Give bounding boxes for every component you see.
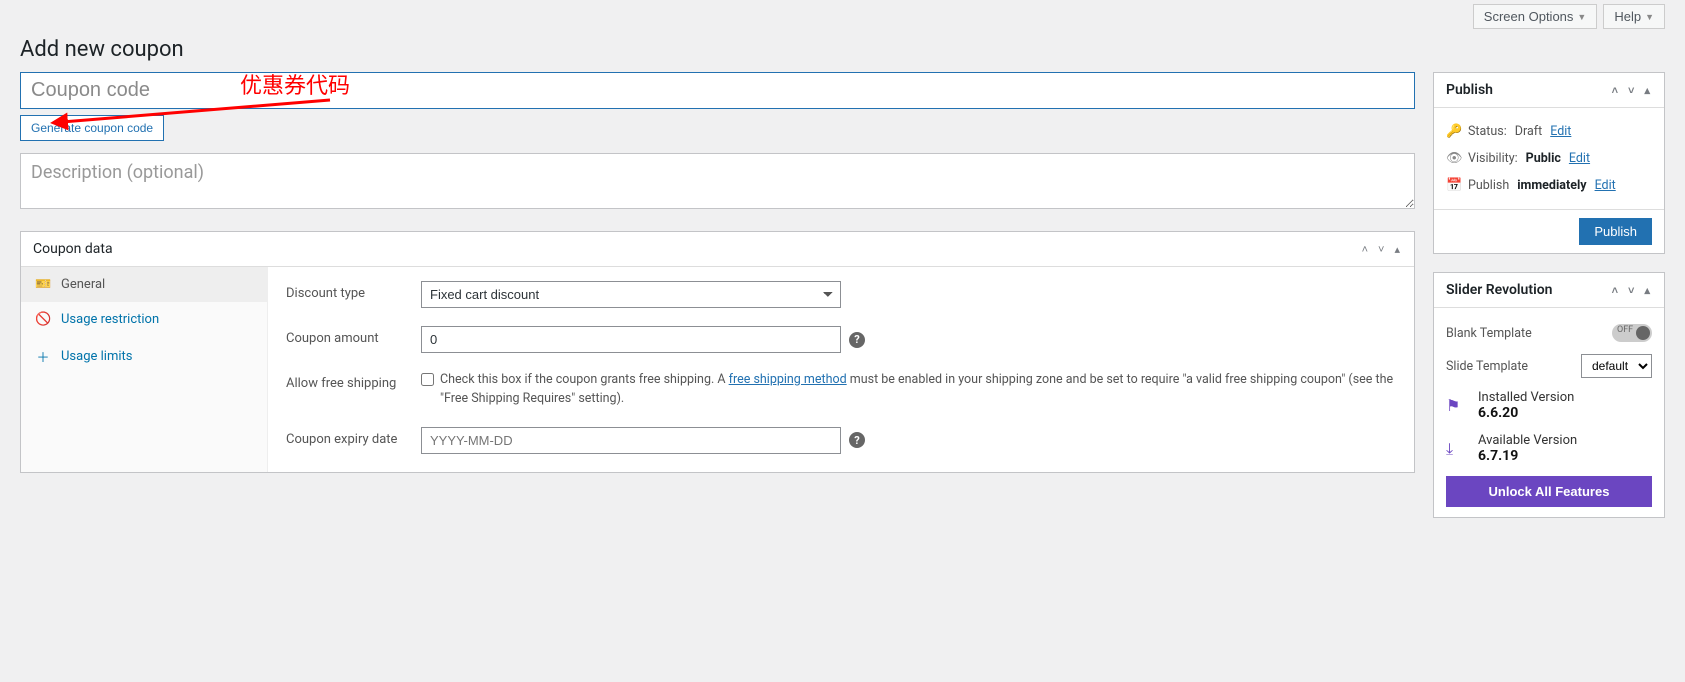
- installed-version-label: Installed Version: [1478, 390, 1574, 405]
- plus-icon: ＋: [35, 347, 51, 366]
- discount-type-select[interactable]: Fixed cart discount: [421, 281, 841, 308]
- help-button[interactable]: Help ▼: [1603, 4, 1665, 29]
- collapse-icon[interactable]: ▴: [1642, 284, 1652, 297]
- collapse-icon[interactable]: ▴: [1392, 243, 1402, 256]
- free-shipping-text: Check this box if the coupon grants free…: [440, 371, 1396, 409]
- tab-usage-restriction-label: Usage restriction: [61, 312, 159, 327]
- discount-type-label: Discount type: [286, 281, 421, 301]
- slider-revolution-title: Slider Revolution: [1446, 282, 1552, 298]
- available-version-value: 6.7.19: [1478, 448, 1577, 464]
- ban-icon: 🚫: [35, 312, 51, 327]
- move-up-icon[interactable]: ˄: [1610, 284, 1620, 297]
- slide-template-select[interactable]: default: [1581, 354, 1652, 378]
- move-down-icon[interactable]: ˅: [1376, 243, 1386, 256]
- coupon-data-title: Coupon data: [33, 241, 113, 257]
- unlock-features-button[interactable]: Unlock All Features: [1446, 476, 1652, 507]
- expiry-label: Coupon expiry date: [286, 427, 421, 447]
- publish-schedule-label: Publish: [1468, 178, 1509, 193]
- blank-template-label: Blank Template: [1446, 326, 1532, 341]
- expiry-input[interactable]: [421, 427, 841, 454]
- cloud-download-icon: ⤓: [1446, 439, 1466, 459]
- chevron-down-icon: ▼: [1577, 12, 1586, 22]
- key-icon: 🔑: [1446, 124, 1460, 139]
- collapse-icon[interactable]: ▴: [1642, 84, 1652, 97]
- calendar-icon: 📅: [1446, 178, 1460, 193]
- screen-options-button[interactable]: Screen Options ▼: [1473, 4, 1598, 29]
- visibility-value: Public: [1526, 151, 1561, 166]
- coupon-amount-label: Coupon amount: [286, 326, 421, 346]
- free-shipping-checkbox[interactable]: [421, 373, 434, 386]
- slide-template-label: Slide Template: [1446, 359, 1528, 374]
- tab-usage-restriction[interactable]: 🚫 Usage restriction: [21, 302, 267, 337]
- publish-button[interactable]: Publish: [1579, 218, 1652, 245]
- screen-options-label: Screen Options: [1484, 9, 1574, 24]
- status-value: Draft: [1515, 124, 1542, 139]
- blank-template-toggle[interactable]: OFF: [1612, 324, 1652, 342]
- publish-title: Publish: [1446, 82, 1493, 98]
- toggle-dot-icon: [1636, 326, 1650, 340]
- free-shipping-link[interactable]: free shipping method: [729, 372, 847, 387]
- page-title: Add new coupon: [20, 37, 1665, 62]
- ticket-icon: 🎫: [35, 277, 51, 292]
- move-up-icon[interactable]: ˄: [1610, 84, 1620, 97]
- installed-version-value: 6.6.20: [1478, 405, 1574, 421]
- coupon-amount-input[interactable]: [421, 326, 841, 353]
- slider-revolution-panel: Slider Revolution ˄ ˅ ▴ Blank Template O…: [1433, 272, 1665, 518]
- status-label: Status:: [1468, 124, 1507, 139]
- coupon-code-input[interactable]: [20, 72, 1415, 109]
- move-down-icon[interactable]: ˅: [1626, 84, 1636, 97]
- publish-panel: Publish ˄ ˅ ▴ 🔑 Status: Draft Edit 👁 Vis…: [1433, 72, 1665, 254]
- tab-general-label: General: [61, 277, 105, 292]
- free-shipping-label: Allow free shipping: [286, 371, 421, 391]
- edit-schedule-link[interactable]: Edit: [1595, 178, 1616, 193]
- help-icon[interactable]: ?: [849, 332, 865, 348]
- help-label: Help: [1614, 9, 1641, 24]
- chevron-down-icon: ▼: [1645, 12, 1654, 22]
- coupon-data-panel: Coupon data ˄ ˅ ▴ 🎫 General 🚫 Usage rest…: [20, 231, 1415, 473]
- description-textarea[interactable]: [20, 153, 1415, 209]
- publish-immediately: immediately: [1517, 178, 1586, 193]
- edit-visibility-link[interactable]: Edit: [1569, 151, 1590, 166]
- eye-icon: 👁: [1446, 151, 1460, 166]
- help-icon[interactable]: ?: [849, 432, 865, 448]
- move-down-icon[interactable]: ˅: [1626, 284, 1636, 297]
- flag-icon: ⚑: [1446, 396, 1466, 415]
- tab-usage-limits-label: Usage limits: [61, 349, 132, 364]
- tab-usage-limits[interactable]: ＋ Usage limits: [21, 337, 267, 376]
- move-up-icon[interactable]: ˄: [1360, 243, 1370, 256]
- generate-code-button[interactable]: Generate coupon code: [20, 115, 164, 141]
- visibility-label: Visibility:: [1468, 151, 1518, 166]
- edit-status-link[interactable]: Edit: [1550, 124, 1571, 139]
- available-version-label: Available Version: [1478, 433, 1577, 448]
- tab-general[interactable]: 🎫 General: [21, 267, 267, 302]
